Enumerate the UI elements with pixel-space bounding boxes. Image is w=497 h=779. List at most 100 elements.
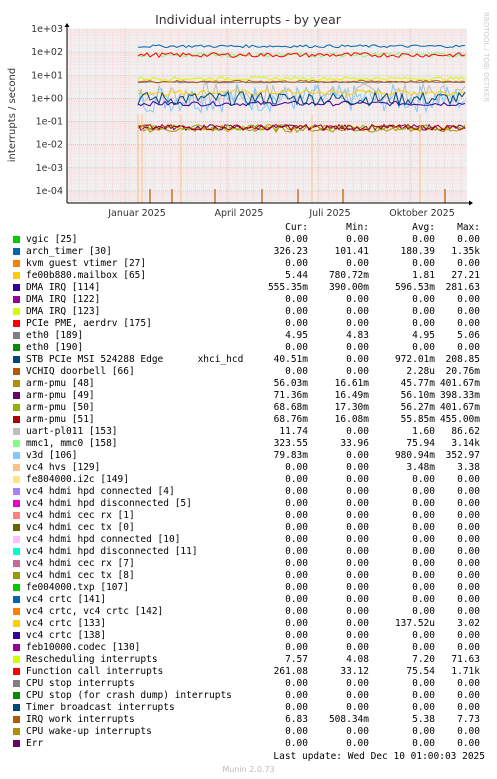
legend-row: Function call interrupts 261.08 33.12 75.54… [0,666,497,678]
legend-label: VCHIQ doorbell [66] [26,366,135,377]
legend-swatch [13,476,20,483]
legend-row: arm-pmu [49] 71.36m 16.49m 56.10m 398.33m [0,390,497,402]
legend-row: CPU stop interrupts 0.00 0.00 0.00 0.00 [0,678,497,690]
y-tick-label: 1e-02 [36,140,63,151]
legend-max: 86.62 [451,426,480,437]
legend-swatch [13,560,20,567]
legend-label: vc4 crtc [138] [26,630,107,641]
legend-swatch [13,512,20,519]
legend-swatch [13,668,20,675]
legend-label: DMA IRQ [114] [26,282,101,293]
legend-row: eth0 [189] 4.95 4.83 4.95 5.06 [0,330,497,342]
legend-row: arch_timer [30] 326.23 101.41 180.39 1.35k [0,246,497,258]
legend-label: vc4 crtc [141] [26,594,107,605]
legend-label: arm-pmu [51] [26,414,95,425]
legend-max: 0.00 [457,534,480,545]
legend-label: CPU stop (for crash dump) interrupts [26,690,232,701]
legend-label: IRQ work interrupts [26,714,135,725]
legend-max: 0.00 [457,594,480,605]
x-tick-label: April 2025 [215,208,264,219]
legend-max: 71.63 [451,654,480,665]
legend-swatch [13,740,20,747]
legend-max: 0.00 [457,582,480,593]
legend-swatch [13,356,20,363]
legend-label: arm-pmu [50] [26,402,95,413]
legend-label: uart-pl011 [153] [26,426,118,437]
legend-swatch [13,716,20,723]
y-tick-label: 1e+02 [31,47,63,58]
legend-row: Err 0.00 0.00 0.00 0.00 [0,738,497,750]
legend-row: vc4 hdmi hpd connected [10] 0.00 0.00 0.00 0… [0,534,497,546]
legend-row: vc4 hdmi cec rx [1] 0.00 0.00 0.00 0.00 [0,510,497,522]
legend-label: Err [26,738,44,749]
chart-title: Individual interrupts - by year [155,12,342,27]
legend-row: vc4 hvs [129] 0.00 0.00 3.48m 3.38 [0,462,497,474]
y-tick-label: 1e-01 [36,117,63,128]
legend-swatch [13,428,20,435]
legend-max: 401.67m [439,402,480,413]
legend-label: arm-pmu [48] [26,378,95,389]
legend-row: Timer broadcast interrupts 0.00 0.00 0.00 0.… [0,702,497,714]
legend-row: vc4 hdmi cec rx [7] 0.00 0.00 0.00 0.00 [0,558,497,570]
legend-swatch [13,548,20,555]
legend-max: 398.33m [439,390,480,401]
legend-swatch [13,524,20,531]
legend-max: 0.00 [457,738,480,749]
legend-max: 0.00 [457,678,480,689]
legend-max: 0.00 [457,234,480,245]
legend-swatch [13,320,20,327]
legend-max: 401.67m [439,378,480,389]
legend-max: 5.06 [457,330,480,341]
legend-swatch [13,488,20,495]
legend-swatch [13,452,20,459]
legend-max: 7.73 [457,714,480,725]
legend-max: 0.00 [457,546,480,557]
y-tick-label: 1e+00 [31,93,63,104]
legend-swatch [13,284,20,291]
legend-label: mmc1, mmc0 [158] [26,438,118,449]
legend-row: DMA IRQ [123] 0.00 0.00 0.00 0.00 [0,306,497,318]
legend-label: vc4 hdmi cec tx [0] [26,522,135,533]
legend-row: vc4 crtc, vc4 crtc [142] 0.00 0.00 0.00 0.00 [0,606,497,618]
legend-row: vc4 hdmi cec tx [0] 0.00 0.00 0.00 0.00 [0,522,497,534]
legend-max: 0.00 [457,630,480,641]
legend-label: vgic [25] [26,234,78,245]
legend-label: vc4 hdmi cec rx [7] [26,558,135,569]
legend-swatch [13,644,20,651]
legend-label: eth0 [190] [26,342,84,353]
legend-max: 0.00 [457,498,480,509]
legend-swatch [13,572,20,579]
legend-label: vc4 hdmi cec rx [1] [26,510,135,521]
legend-label: DMA IRQ [122] [26,294,101,305]
y-tick-label: 1e+01 [31,70,63,81]
legend-swatch [13,680,20,687]
legend-max: 208.85 [445,354,480,365]
munin-version: Munin 2.0.73 [222,765,275,774]
legend-swatch [13,440,20,447]
legend-max: 1.35k [451,246,480,257]
legend-max: 352.97 [445,450,480,461]
legend-row: vc4 hdmi hpd connected [4] 0.00 0.00 0.00 0.… [0,486,497,498]
y-tick-label: 1e-03 [36,163,63,174]
legend-row: kvm guest vtimer [27] 0.00 0.00 0.00 0.00 [0,258,497,270]
legend-label: DMA IRQ [123] [26,306,101,317]
legend-swatch [13,500,20,507]
y-axis-label: interrupts / second [7,68,18,162]
legend-label: CPU wake-up interrupts [26,726,152,737]
legend-row: STB PCIe MSI 524288 Edge xhci_hcd 40.51m 0… [0,354,497,366]
legend-row: vc4 hdmi cec tx [8] 0.00 0.00 0.00 0.00 [0,570,497,582]
legend-swatch [13,260,20,267]
legend-max: 0.00 [457,702,480,713]
legend-row: mmc1, mmc0 [158] 323.55 33.96 75.94 3.14k [0,438,497,450]
legend-row: DMA IRQ [114] 555.35m 390.00m 596.53m 281.63 [0,282,497,294]
legend-swatch [13,704,20,711]
legend-row: IRQ work interrupts 6.83 508.34m 5.38 7.73 [0,714,497,726]
legend-row: PCIe PME, aerdrv [175] 0.00 0.00 0.00 0.00 [0,318,497,330]
legend-label: Timer broadcast interrupts [26,702,175,713]
legend-max: 0.00 [457,294,480,305]
legend-max: 0.00 [457,726,480,737]
last-update: Last update: Wed Dec 10 01:00:03 2025 [273,751,485,762]
legend-swatch [13,656,20,663]
rrdtool-credit: RRDTOOL / TOBI OETIKER [482,12,490,102]
legend-label: PCIe PME, aerdrv [175] [26,318,152,329]
